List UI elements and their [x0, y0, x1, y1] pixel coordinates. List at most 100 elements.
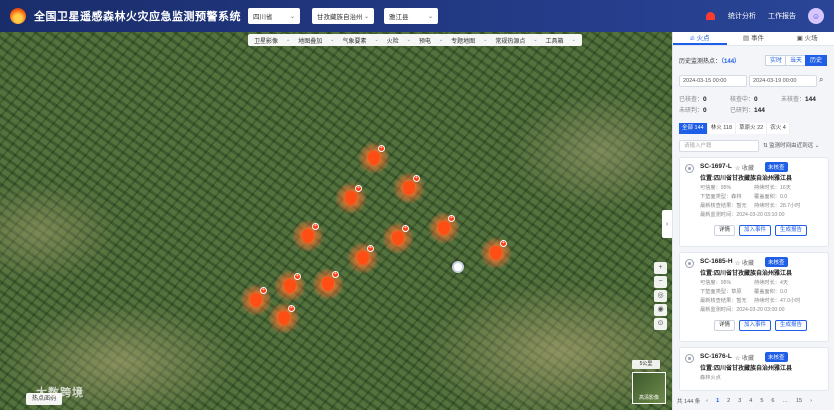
add-event-button[interactable]: 加入事件	[739, 225, 772, 236]
fire-marker[interactable]: +	[240, 284, 272, 316]
layer-button[interactable]: ◉	[654, 304, 667, 316]
search-icon[interactable]: ⌕	[819, 75, 823, 85]
status-badge: 未核查	[765, 257, 788, 267]
fire-marker[interactable]: +	[274, 270, 306, 302]
fire-marker[interactable]: +	[335, 182, 367, 214]
favorite-button[interactable]: ☆ 收藏	[735, 163, 754, 172]
county-select[interactable]: 雅江县 ⌄	[384, 8, 438, 24]
generate-report-button[interactable]: 生成报告	[775, 225, 808, 236]
pager-page[interactable]: 5	[758, 398, 765, 404]
card-actions: 详情 加入事件 生成报告	[714, 320, 808, 331]
fire-marker[interactable]: +	[480, 237, 512, 269]
fire-marker[interactable]: +	[292, 220, 324, 252]
panel-tabs: 🔥︎ 火点 ▤ 事件 ▣ 火场	[673, 32, 834, 46]
stats-analysis-link[interactable]: 统计分析	[728, 11, 756, 21]
pager-page[interactable]: 3	[736, 398, 743, 404]
scene-icon: ▣	[796, 35, 803, 42]
detail-button[interactable]: 详情	[714, 320, 736, 331]
locate-button[interactable]: ◎	[654, 290, 667, 302]
right-panel: 🔥︎ 火点 ▤ 事件 ▣ 火场 历史监测热点：（144） 实时 当天 历史 20…	[672, 32, 834, 410]
zoom-in-button[interactable]: +	[654, 262, 667, 274]
map-tool-1[interactable]: 地图叠加	[298, 36, 322, 45]
flame-icon: 🔥︎	[690, 35, 695, 42]
satellite-map[interactable]: 卫星影像 ⌄ 地图叠加 ⌄ 气象要素 ⌄ 火险 ⌄ 预电 ⌄ 专题地图 ⌄ 常规热源点 ⌄ 工…	[0, 32, 672, 410]
map-toolbar: 卫星影像 ⌄ 地图叠加 ⌄ 气象要素 ⌄ 火险 ⌄ 预电 ⌄ 专题地图 ⌄ 常规热源点 ⌄ 工…	[248, 34, 582, 46]
work-report-link[interactable]: 工作报告	[768, 11, 796, 21]
chevron-down-icon: ⌄	[363, 13, 369, 20]
fire-marker[interactable]: +	[312, 268, 344, 300]
avatar[interactable]: ☺	[808, 8, 824, 24]
panel-collapse-button[interactable]: ›	[662, 210, 672, 238]
pager-page[interactable]: 1	[714, 398, 721, 404]
pager-page[interactable]: 2	[725, 398, 732, 404]
alarm-icon[interactable]	[705, 11, 716, 21]
select-radio[interactable]	[685, 164, 694, 173]
fire-card[interactable]: SC-1685-H ☆ 收藏 未核查 位置:四川省甘孜藏族自治州雅江县 可信度：…	[679, 252, 829, 342]
filter-forest[interactable]: 林火 118	[707, 123, 737, 134]
map-tool-6[interactable]: 常规热源点	[495, 36, 525, 45]
pager-next-button[interactable]: ›	[808, 398, 814, 404]
minimap[interactable]: 高清影像	[632, 372, 666, 404]
header-actions: 统计分析 工作报告 ☺	[705, 0, 824, 32]
sort-icon: ⇅	[763, 143, 768, 149]
card-actions: 详情 加入事件 生成报告	[714, 225, 808, 236]
tab-fire-scenes[interactable]: ▣ 火场	[780, 32, 834, 45]
favorite-button[interactable]: ☆ 收藏	[735, 258, 754, 267]
mode-realtime-button[interactable]: 实时	[765, 55, 788, 66]
map-tool-2[interactable]: 气象要素	[342, 36, 366, 45]
tab-events[interactable]: ▤ 事件	[727, 32, 781, 45]
prefecture-select[interactable]: 甘孜藏族自治州 ⌄	[312, 8, 374, 24]
pager-page[interactable]: 4	[747, 398, 754, 404]
fire-id: SC-1676-L	[700, 353, 732, 360]
generate-report-button[interactable]: 生成报告	[775, 320, 808, 331]
mode-today-button[interactable]: 当天	[785, 55, 808, 66]
stats-row-1: 已核查：0 核查中：0 未核查：144	[679, 96, 816, 103]
map-tool-7[interactable]: 工具箱	[546, 36, 564, 45]
map-tool-3[interactable]: 火险	[387, 36, 399, 45]
fire-card[interactable]: SC-1676-L ☆ 收藏 未核查 位置:四川省甘孜藏族自治州雅江县 森林火点	[679, 347, 829, 391]
filter-grassland[interactable]: 草原火 22	[736, 123, 768, 134]
pager-ellipsis: …	[782, 398, 788, 404]
chevron-down-icon: ⌄	[427, 13, 433, 20]
chevron-down-icon: ⌄	[814, 143, 820, 149]
measure-button[interactable]: ⊙	[654, 318, 667, 330]
map-tool-4[interactable]: 预电	[419, 36, 431, 45]
zoom-out-button[interactable]: −	[654, 276, 667, 288]
status-badge: 未核查	[765, 162, 788, 172]
date-end-input[interactable]: 2024-03-19 00:00	[749, 75, 817, 87]
tab-fire-points[interactable]: 🔥︎ 火点	[673, 32, 727, 45]
map-tool-0[interactable]: 卫星影像	[254, 36, 278, 45]
fire-marker[interactable]: +	[268, 302, 300, 334]
fire-marker[interactable]: +	[382, 222, 414, 254]
fire-card[interactable]: SC-1697-L ☆ 收藏 未核查 位置:四川省甘孜藏族自治州雅江县 可信度：…	[679, 157, 829, 247]
select-radio[interactable]	[685, 259, 694, 268]
province-select[interactable]: 四川省 ⌄	[248, 8, 300, 24]
mode-history-button[interactable]: 历史	[805, 55, 828, 66]
location-pin-icon[interactable]	[452, 261, 464, 273]
detail-button[interactable]: 详情	[714, 225, 736, 236]
app-title: 全国卫星遥感森林火灾应急监测预警系统	[34, 11, 241, 23]
fire-marker[interactable]: +	[358, 142, 390, 174]
filter-all[interactable]: 全部 144	[679, 123, 708, 134]
favorite-button[interactable]: ☆ 收藏	[735, 353, 754, 362]
pager-page[interactable]: 6	[769, 398, 776, 404]
watermark: 大数跨境	[36, 387, 84, 399]
map-controls: + − ◎ ◉ ⊙	[654, 262, 668, 330]
date-start-input[interactable]: 2024-03-15 00:00	[679, 75, 747, 87]
fire-marker[interactable]: +	[347, 242, 379, 274]
fire-marker[interactable]: +	[393, 172, 425, 204]
pager-prev-button[interactable]: ‹	[704, 398, 710, 404]
filter-farm[interactable]: 农火 4	[767, 123, 790, 134]
select-radio[interactable]	[685, 354, 694, 363]
fire-marker[interactable]: +	[428, 212, 460, 244]
add-event-button[interactable]: 加入事件	[739, 320, 772, 331]
history-heading: 历史监测热点：（144）	[679, 59, 741, 65]
pager-page[interactable]: 15	[794, 398, 804, 404]
event-icon: ▤	[743, 35, 750, 42]
search-input[interactable]: 请输入户籍	[679, 140, 759, 152]
pagination: 共 144 条 ‹ 1 2 3 4 5 6 … 15 ›	[677, 395, 833, 407]
status-badge: 未核查	[765, 352, 788, 362]
map-tool-5[interactable]: 专题地图	[451, 36, 475, 45]
sort-select[interactable]: ⇅ 监测时间由近到远 ⌄	[763, 140, 827, 152]
fire-id: SC-1697-L	[700, 163, 732, 170]
